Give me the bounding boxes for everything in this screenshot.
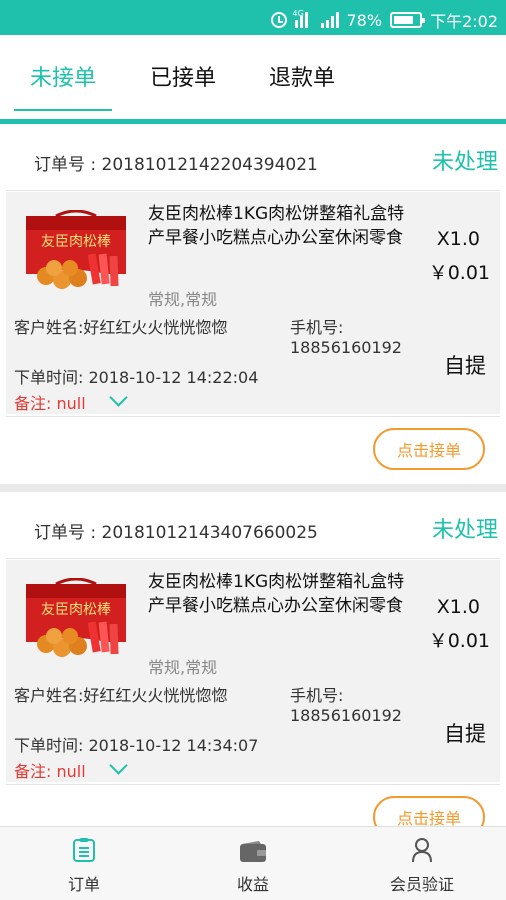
order-status: 未处理 <box>431 518 498 543</box>
note-text: 备注: null <box>14 394 86 413</box>
tab-accepted[interactable]: 已接单 <box>134 45 232 107</box>
accept-order-button[interactable]: 点击接单 <box>373 428 485 470</box>
product-block[interactable]: 友臣肉松棒 友臣肉松棒1KG肉松饼整箱礼盒特产早餐小吃糕点心办公室休闲零食 常规… <box>6 192 500 414</box>
bottom-nav: 订单 收益 会员验证 <box>0 826 506 900</box>
delivery-method: 自提 <box>444 354 486 378</box>
battery-icon <box>390 12 426 28</box>
network-label: 4G <box>292 9 304 18</box>
product-spec: 常规,常规 <box>148 290 218 309</box>
divider <box>6 190 500 191</box>
order-time: 下单时间: 2018-10-12 14:22:04 <box>14 368 259 387</box>
tab-refund[interactable]: 退款单 <box>253 45 351 107</box>
delivery-method: 自提 <box>444 722 486 746</box>
product-quantity: X1.0 <box>436 228 480 250</box>
status-bar: 4G 78% 下午2:02 <box>0 0 506 35</box>
chevron-down-icon[interactable] <box>108 387 128 407</box>
phone-number: 18856160192 <box>290 338 402 357</box>
chevron-down-icon[interactable] <box>108 755 128 775</box>
product-image-brand: 友臣肉松棒 <box>41 234 111 250</box>
nav-label: 订单 <box>67 875 100 894</box>
tab-pending[interactable]: 未接单 <box>14 45 112 111</box>
product-price: ￥0.01 <box>428 630 490 652</box>
divider <box>6 558 500 559</box>
phone-label: 手机号: <box>290 318 344 337</box>
order-card: 订单号 : 20181012143407660025 未处理 友臣肉松棒 友臣肉… <box>0 492 506 826</box>
note-text: 备注: null <box>14 762 86 781</box>
order-card: 订单号 : 20181012142204394021 未处理 友臣肉松棒 友臣肉… <box>0 124 506 484</box>
order-number: 订单号 : 20181012143407660025 <box>34 523 318 543</box>
nav-orders[interactable]: 订单 <box>0 827 168 900</box>
customer-name: 客户姓名:好红红火火恍恍惚惚 <box>14 686 228 705</box>
wallet-icon <box>240 841 266 862</box>
order-note: 备注: null <box>14 755 128 782</box>
product-block[interactable]: 友臣肉松棒 友臣肉松棒1KG肉松饼整箱礼盒特产早餐小吃糕点心办公室休闲零食 常规… <box>6 560 500 782</box>
product-name: 友臣肉松棒1KG肉松饼整箱礼盒特产早餐小吃糕点心办公室休闲零食 <box>148 572 405 616</box>
nav-earnings[interactable]: 收益 <box>169 827 337 900</box>
order-number: 订单号 : 20181012142204394021 <box>34 155 318 175</box>
alarm-icon <box>270 12 287 28</box>
order-note: 备注: null <box>14 387 128 414</box>
phone-number: 18856160192 <box>290 706 402 725</box>
signal-icon: 4G <box>292 9 313 28</box>
order-list[interactable]: 订单号 : 20181012142204394021 未处理 友臣肉松棒 友臣肉… <box>0 124 506 826</box>
nav-label: 收益 <box>236 875 269 894</box>
order-tabs: 未接单 已接单 退款单 <box>0 35 506 119</box>
customer-name: 客户姓名:好红红火火恍恍惚惚 <box>14 318 228 337</box>
nav-member-verify[interactable]: 会员验证 <box>338 827 506 900</box>
phone-label: 手机号: <box>290 686 344 705</box>
card-gap <box>0 484 506 492</box>
product-image: 友臣肉松棒 <box>25 210 126 294</box>
battery-percent: 78% <box>346 10 383 30</box>
order-time: 下单时间: 2018-10-12 14:34:07 <box>14 736 259 755</box>
signal-icon-2 <box>320 12 339 28</box>
user-icon <box>412 838 432 863</box>
divider <box>6 784 500 785</box>
product-price: ￥0.01 <box>428 262 490 284</box>
clock: 下午2:02 <box>430 12 498 31</box>
accept-order-button[interactable]: 点击接单 <box>373 796 485 826</box>
nav-label: 会员验证 <box>389 875 454 894</box>
divider <box>6 416 500 417</box>
product-image-brand: 友臣肉松棒 <box>41 602 111 618</box>
product-image: 友臣肉松棒 <box>25 578 126 662</box>
order-list-icon <box>73 838 95 862</box>
product-spec: 常规,常规 <box>148 658 218 677</box>
product-quantity: X1.0 <box>436 596 480 618</box>
product-name: 友臣肉松棒1KG肉松饼整箱礼盒特产早餐小吃糕点心办公室休闲零食 <box>148 204 405 248</box>
order-status: 未处理 <box>431 150 498 175</box>
